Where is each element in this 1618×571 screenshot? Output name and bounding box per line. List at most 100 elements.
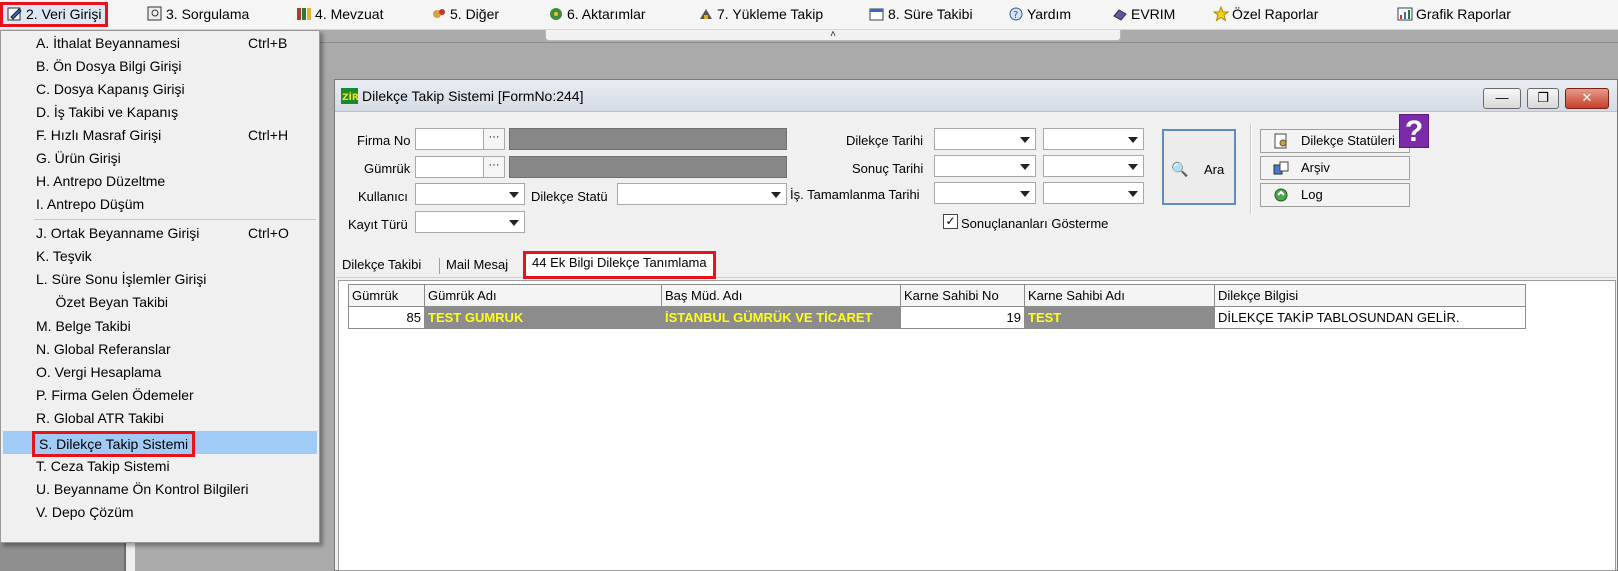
dropdown-item-depo-cozum[interactable]: V. Depo Çözüm xyxy=(3,501,317,524)
close-button[interactable]: ✕ xyxy=(1565,88,1609,109)
chevron-down-icon xyxy=(509,220,519,226)
table-cell[interactable]: TEST xyxy=(1024,306,1214,329)
dropdown-item-beyanname-on-kontrol[interactable]: U. Beyanname Ön Kontrol Bilgileri xyxy=(3,478,317,501)
tab-dilekce-takibi[interactable]: Dilekçe Takibi xyxy=(336,252,427,278)
dropdown-item-ortak-beyanname[interactable]: J. Ortak Beyanname Girişi Ctrl+O xyxy=(3,222,317,245)
menu-aktarimlar[interactable]: 6. Aktarımlar xyxy=(544,2,650,27)
dropdown-item-antrepo-dusum[interactable]: I. Antrepo Düşüm xyxy=(3,193,317,216)
gumruk-label: Gümrük xyxy=(364,161,411,176)
search-icon: 🔍 xyxy=(1171,161,1189,177)
grid-header-dilekce-bilgisi[interactable]: Dilekçe Bilgisi xyxy=(1214,284,1526,307)
is-tamamlanma-end[interactable] xyxy=(1043,182,1144,204)
veri-girisi-dropdown: A. İthalat Beyannamesi Ctrl+B B. Ön Dosya… xyxy=(0,30,320,543)
gumruk-lookup-button[interactable]: ··· xyxy=(483,156,505,178)
help-icon: ? xyxy=(1008,5,1024,21)
dilekce-statuleri-button[interactable]: Dilekçe Statüleri xyxy=(1260,129,1410,153)
is-tamamlanma-start[interactable] xyxy=(934,182,1036,204)
dropdown-item-sure-sonu[interactable]: L. Süre Sonu İşlemler Girişi xyxy=(3,268,317,291)
dilekce-tarihi-label: Dilekçe Tarihi xyxy=(846,133,924,148)
query-icon xyxy=(147,5,163,21)
menu-evrim[interactable]: EVRIM xyxy=(1108,2,1179,27)
firma-no-input[interactable] xyxy=(415,128,485,150)
gumruk-input[interactable] xyxy=(415,156,485,178)
gumruk-name-display xyxy=(509,156,787,178)
chevron-down-icon xyxy=(771,192,781,198)
sonuclananlar-label: Sonuçlananları Gösterme xyxy=(961,216,1109,231)
dropdown-item-ithalat-beyannamesi[interactable]: A. İthalat Beyannamesi Ctrl+B xyxy=(3,32,317,55)
chevron-down-icon xyxy=(1020,191,1030,197)
sonuc-tarihi-end[interactable] xyxy=(1043,155,1144,177)
dropdown-item-on-dosya[interactable]: B. Ön Dosya Bilgi Girişi xyxy=(3,55,317,78)
toolbar-collapse-handle[interactable]: ˄ xyxy=(545,30,1121,41)
menu-veri-girisi[interactable]: 2. Veri Girişi xyxy=(0,2,109,27)
dropdown-item-hizli-masraf[interactable]: F. Hızlı Masraf Girişi Ctrl+H xyxy=(3,124,317,147)
dropdown-item-dilekce-takip[interactable]: S. Dilekçe Takip Sistemi xyxy=(3,431,317,457)
tab-ek-bilgi-dilekce-tanimlama[interactable]: 44 Ek Bilgi Dilekçe Tanımlama xyxy=(523,251,716,279)
help-question-icon[interactable]: ? xyxy=(1399,114,1429,148)
menu-grafik-raporlar[interactable]: Grafik Raporlar xyxy=(1393,2,1515,27)
archive-icon xyxy=(1273,160,1289,176)
grid-header-bas-mud-adi[interactable]: Baş Müd. Adı xyxy=(661,284,900,307)
firma-no-lookup-button[interactable]: ··· xyxy=(483,128,505,150)
table-cell[interactable]: 85 xyxy=(348,306,424,329)
dropdown-item-ceza-takip[interactable]: T. Ceza Takip Sistemi xyxy=(3,455,317,478)
dropdown-item-dosya-kapanis[interactable]: C. Dosya Kapanış Girişi xyxy=(3,78,317,101)
menu-sorgulama[interactable]: 3. Sorgulama xyxy=(143,2,253,27)
dropdown-item-firma-gelen-odemeler[interactable]: P. Firma Gelen Ödemeler xyxy=(3,384,317,407)
table-cell[interactable]: DİLEKÇE TAKİP TABLOSUNDAN GELİR. xyxy=(1214,306,1526,329)
dropdown-item-urun-girisi[interactable]: G. Ürün Girişi xyxy=(3,147,317,170)
dropdown-item-global-referanslar[interactable]: N. Global Referanslar xyxy=(3,338,317,361)
grid-header-gumruk-adi[interactable]: Gümrük Adı xyxy=(424,284,661,307)
sonuc-tarihi-start[interactable] xyxy=(934,155,1036,177)
dropdown-item-belge-takibi[interactable]: M. Belge Takibi xyxy=(3,315,317,338)
dropdown-item-vergi-hesaplama[interactable]: O. Vergi Hesaplama xyxy=(3,361,317,384)
arsiv-button[interactable]: Arşiv xyxy=(1260,156,1410,180)
grid-header-karne-sahibi-no[interactable]: Karne Sahibi No xyxy=(900,284,1024,307)
table-cell[interactable]: İSTANBUL GÜMRÜK VE TİCARET xyxy=(661,306,900,329)
menu-yukleme-takip[interactable]: 7. Yükleme Takip xyxy=(694,2,827,27)
dropdown-item-tesvik[interactable]: K. Teşvik xyxy=(3,245,317,268)
chevron-down-icon xyxy=(1128,164,1138,170)
chevron-down-icon xyxy=(1128,137,1138,143)
log-button[interactable]: Log xyxy=(1260,183,1410,207)
dilekce-tarihi-start[interactable] xyxy=(934,128,1036,150)
evrim-icon xyxy=(1112,5,1128,21)
app-logo-icon: ZİR xyxy=(341,88,359,104)
firma-no-label: Firma No xyxy=(357,133,411,148)
dilekce-statu-select[interactable] xyxy=(617,183,787,205)
loading-icon xyxy=(698,5,714,21)
menu-mevzuat[interactable]: 4. Mevzuat xyxy=(292,2,387,27)
kullanici-select[interactable] xyxy=(415,183,525,205)
chevron-down-icon xyxy=(1128,191,1138,197)
dropdown-item-antrepo-duzeltme[interactable]: H. Antrepo Düzeltme xyxy=(3,170,317,193)
grid-header-karne-sahibi-adi[interactable]: Karne Sahibi Adı xyxy=(1024,284,1214,307)
dilekce-tarihi-end[interactable] xyxy=(1043,128,1144,150)
dropdown-separator xyxy=(34,219,316,220)
kayit-turu-select[interactable] xyxy=(415,211,525,233)
window-titlebar: ZİR Dilekçe Takip Sistemi [FormNo:244] —… xyxy=(335,80,1617,112)
table-cell[interactable]: 19 xyxy=(900,306,1024,329)
menu-diger[interactable]: 5. Diğer xyxy=(427,2,503,27)
ara-button[interactable]: 🔍 Ara xyxy=(1162,129,1236,205)
is-tamamlanma-label: İş. Tamamlanma Tarihi xyxy=(790,187,920,202)
toolbar-separator xyxy=(1250,124,1252,214)
sonuc-tarihi-label: Sonuç Tarihi xyxy=(852,161,924,176)
tools-icon xyxy=(431,5,447,21)
menu-yardim[interactable]: ? Yardım xyxy=(1004,2,1075,27)
maximize-button[interactable]: ❐ xyxy=(1527,88,1559,109)
dropdown-item-is-takibi[interactable]: D. İş Takibi ve Kapanış xyxy=(3,101,317,124)
menu-ozel-raporlar[interactable]: Özel Raporlar xyxy=(1209,2,1322,27)
main-menubar: 2. Veri Girişi 3. Sorgulama 4. Mevzuat 5… xyxy=(0,0,1618,30)
chevron-down-icon xyxy=(1020,164,1030,170)
chart-icon xyxy=(1397,5,1413,21)
grid-header-gumruk[interactable]: Gümrük xyxy=(348,284,424,307)
sonuclananlar-checkbox[interactable]: ✓ xyxy=(943,214,958,229)
chevron-down-icon xyxy=(509,192,519,198)
tab-mail-mesaj[interactable]: Mail Mesaj xyxy=(440,252,514,278)
calendar-icon xyxy=(869,5,885,21)
minimize-button[interactable]: — xyxy=(1483,88,1521,109)
menu-sure-takibi[interactable]: 8. Süre Takibi xyxy=(865,2,977,27)
dropdown-item-ozet-beyan[interactable]: Özet Beyan Takibi xyxy=(3,291,317,314)
table-cell[interactable]: TEST GUMRUK xyxy=(424,306,661,329)
dropdown-item-global-atr[interactable]: R. Global ATR Takibi xyxy=(3,407,317,430)
